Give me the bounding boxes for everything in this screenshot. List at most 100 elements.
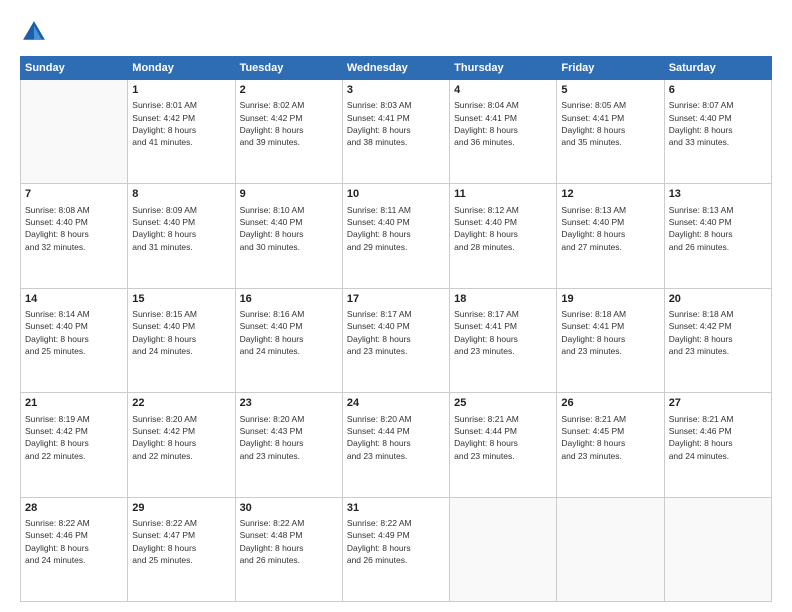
day-info: Sunrise: 8:20 AM Sunset: 4:43 PM Dayligh… xyxy=(240,413,338,462)
col-header-monday: Monday xyxy=(128,57,235,80)
day-cell: 30Sunrise: 8:22 AM Sunset: 4:48 PM Dayli… xyxy=(235,497,342,601)
day-cell: 9 Sunrise: 8:10 AM Sunset: 4:40 PM Daylig… xyxy=(235,184,342,288)
day-info: Sunrise: 8:13 AM Sunset: 4:40 PM Dayligh… xyxy=(561,204,659,253)
day-info: Sunrise: 8:01 AM Sunset: 4:42 PM Dayligh… xyxy=(132,99,230,148)
day-info: Sunrise: 8:02 AM Sunset: 4:42 PM Dayligh… xyxy=(240,99,338,148)
day-number: 3 xyxy=(347,83,445,98)
day-number: 31 xyxy=(347,501,445,516)
day-cell: 8 Sunrise: 8:09 AM Sunset: 4:40 PM Daylig… xyxy=(128,184,235,288)
day-cell: 14Sunrise: 8:14 AM Sunset: 4:40 PM Dayli… xyxy=(21,288,128,392)
day-number: 11 xyxy=(454,187,552,202)
col-header-sunday: Sunday xyxy=(21,57,128,80)
day-info: Sunrise: 8:07 AM Sunset: 4:40 PM Dayligh… xyxy=(669,99,767,148)
day-info: Sunrise: 8:21 AM Sunset: 4:45 PM Dayligh… xyxy=(561,413,659,462)
day-info: Sunrise: 8:15 AM Sunset: 4:40 PM Dayligh… xyxy=(132,308,230,357)
header xyxy=(20,18,772,46)
day-info: Sunrise: 8:12 AM Sunset: 4:40 PM Dayligh… xyxy=(454,204,552,253)
day-cell xyxy=(664,497,771,601)
day-info: Sunrise: 8:14 AM Sunset: 4:40 PM Dayligh… xyxy=(25,308,123,357)
day-info: Sunrise: 8:22 AM Sunset: 4:49 PM Dayligh… xyxy=(347,517,445,566)
day-cell xyxy=(450,497,557,601)
day-number: 25 xyxy=(454,396,552,411)
week-row: 14Sunrise: 8:14 AM Sunset: 4:40 PM Dayli… xyxy=(21,288,772,392)
day-info: Sunrise: 8:04 AM Sunset: 4:41 PM Dayligh… xyxy=(454,99,552,148)
day-info: Sunrise: 8:18 AM Sunset: 4:41 PM Dayligh… xyxy=(561,308,659,357)
week-row: 28Sunrise: 8:22 AM Sunset: 4:46 PM Dayli… xyxy=(21,497,772,601)
col-header-wednesday: Wednesday xyxy=(342,57,449,80)
day-info: Sunrise: 8:09 AM Sunset: 4:40 PM Dayligh… xyxy=(132,204,230,253)
day-cell: 31Sunrise: 8:22 AM Sunset: 4:49 PM Dayli… xyxy=(342,497,449,601)
day-cell: 25 Sunrise: 8:21 AM Sunset: 4:44 PM Dayli… xyxy=(450,393,557,497)
col-header-thursday: Thursday xyxy=(450,57,557,80)
col-header-saturday: Saturday xyxy=(664,57,771,80)
day-cell: 1Sunrise: 8:01 AM Sunset: 4:42 PM Daylig… xyxy=(128,80,235,184)
day-number: 29 xyxy=(132,501,230,516)
day-info: Sunrise: 8:22 AM Sunset: 4:46 PM Dayligh… xyxy=(25,517,123,566)
day-number: 15 xyxy=(132,292,230,307)
week-row: 7Sunrise: 8:08 AM Sunset: 4:40 PM Daylig… xyxy=(21,184,772,288)
day-number: 6 xyxy=(669,83,767,98)
day-info: Sunrise: 8:05 AM Sunset: 4:41 PM Dayligh… xyxy=(561,99,659,148)
day-info: Sunrise: 8:22 AM Sunset: 4:48 PM Dayligh… xyxy=(240,517,338,566)
day-cell: 27 Sunrise: 8:21 AM Sunset: 4:46 PM Dayli… xyxy=(664,393,771,497)
col-header-tuesday: Tuesday xyxy=(235,57,342,80)
day-cell: 7Sunrise: 8:08 AM Sunset: 4:40 PM Daylig… xyxy=(21,184,128,288)
day-cell: 17Sunrise: 8:17 AM Sunset: 4:40 PM Dayli… xyxy=(342,288,449,392)
page: SundayMondayTuesdayWednesdayThursdayFrid… xyxy=(0,0,792,612)
day-info: Sunrise: 8:17 AM Sunset: 4:40 PM Dayligh… xyxy=(347,308,445,357)
day-number: 23 xyxy=(240,396,338,411)
day-cell: 12 Sunrise: 8:13 AM Sunset: 4:40 PM Dayli… xyxy=(557,184,664,288)
day-number: 10 xyxy=(347,187,445,202)
day-info: Sunrise: 8:20 AM Sunset: 4:42 PM Dayligh… xyxy=(132,413,230,462)
day-cell: 21Sunrise: 8:19 AM Sunset: 4:42 PM Dayli… xyxy=(21,393,128,497)
day-number: 7 xyxy=(25,187,123,202)
day-cell: 5Sunrise: 8:05 AM Sunset: 4:41 PM Daylig… xyxy=(557,80,664,184)
day-info: Sunrise: 8:22 AM Sunset: 4:47 PM Dayligh… xyxy=(132,517,230,566)
day-number: 4 xyxy=(454,83,552,98)
day-cell xyxy=(557,497,664,601)
day-info: Sunrise: 8:19 AM Sunset: 4:42 PM Dayligh… xyxy=(25,413,123,462)
week-row: 1Sunrise: 8:01 AM Sunset: 4:42 PM Daylig… xyxy=(21,80,772,184)
day-number: 28 xyxy=(25,501,123,516)
day-number: 12 xyxy=(561,187,659,202)
day-info: Sunrise: 8:21 AM Sunset: 4:46 PM Dayligh… xyxy=(669,413,767,462)
day-number: 9 xyxy=(240,187,338,202)
day-cell: 28Sunrise: 8:22 AM Sunset: 4:46 PM Dayli… xyxy=(21,497,128,601)
day-number: 30 xyxy=(240,501,338,516)
day-number: 17 xyxy=(347,292,445,307)
day-number: 19 xyxy=(561,292,659,307)
day-number: 27 xyxy=(669,396,767,411)
day-cell: 16Sunrise: 8:16 AM Sunset: 4:40 PM Dayli… xyxy=(235,288,342,392)
day-number: 24 xyxy=(347,396,445,411)
col-header-friday: Friday xyxy=(557,57,664,80)
day-cell xyxy=(21,80,128,184)
day-info: Sunrise: 8:11 AM Sunset: 4:40 PM Dayligh… xyxy=(347,204,445,253)
day-info: Sunrise: 8:20 AM Sunset: 4:44 PM Dayligh… xyxy=(347,413,445,462)
day-number: 26 xyxy=(561,396,659,411)
day-cell: 3Sunrise: 8:03 AM Sunset: 4:41 PM Daylig… xyxy=(342,80,449,184)
day-cell: 19Sunrise: 8:18 AM Sunset: 4:41 PM Dayli… xyxy=(557,288,664,392)
header-row: SundayMondayTuesdayWednesdayThursdayFrid… xyxy=(21,57,772,80)
day-cell: 22 Sunrise: 8:20 AM Sunset: 4:42 PM Dayli… xyxy=(128,393,235,497)
day-cell: 15Sunrise: 8:15 AM Sunset: 4:40 PM Dayli… xyxy=(128,288,235,392)
day-cell: 18Sunrise: 8:17 AM Sunset: 4:41 PM Dayli… xyxy=(450,288,557,392)
week-row: 21Sunrise: 8:19 AM Sunset: 4:42 PM Dayli… xyxy=(21,393,772,497)
day-cell: 4Sunrise: 8:04 AM Sunset: 4:41 PM Daylig… xyxy=(450,80,557,184)
day-info: Sunrise: 8:13 AM Sunset: 4:40 PM Dayligh… xyxy=(669,204,767,253)
day-info: Sunrise: 8:17 AM Sunset: 4:41 PM Dayligh… xyxy=(454,308,552,357)
day-number: 20 xyxy=(669,292,767,307)
day-number: 1 xyxy=(132,83,230,98)
day-cell: 29Sunrise: 8:22 AM Sunset: 4:47 PM Dayli… xyxy=(128,497,235,601)
day-number: 8 xyxy=(132,187,230,202)
day-number: 14 xyxy=(25,292,123,307)
day-number: 18 xyxy=(454,292,552,307)
day-number: 2 xyxy=(240,83,338,98)
day-info: Sunrise: 8:21 AM Sunset: 4:44 PM Dayligh… xyxy=(454,413,552,462)
day-number: 22 xyxy=(132,396,230,411)
day-cell: 6Sunrise: 8:07 AM Sunset: 4:40 PM Daylig… xyxy=(664,80,771,184)
logo-icon xyxy=(20,18,48,46)
day-info: Sunrise: 8:10 AM Sunset: 4:40 PM Dayligh… xyxy=(240,204,338,253)
day-cell: 26 Sunrise: 8:21 AM Sunset: 4:45 PM Dayli… xyxy=(557,393,664,497)
calendar-table: SundayMondayTuesdayWednesdayThursdayFrid… xyxy=(20,56,772,602)
day-info: Sunrise: 8:16 AM Sunset: 4:40 PM Dayligh… xyxy=(240,308,338,357)
